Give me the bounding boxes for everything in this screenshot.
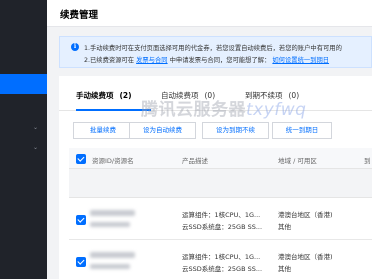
table-header: 资源ID/资源名 产品描述 地域 / 可用区 到 xyxy=(69,148,372,169)
tab-count: (2) xyxy=(119,91,132,100)
watermark: 腾讯云服务器txyfwq xyxy=(141,95,306,120)
row-checkbox[interactable] xyxy=(76,215,86,225)
notice-line-2: 2.已续费资源可在 发票与合同 中申请发票与合同，您可能想了解： 如何设置统一到… xyxy=(84,55,329,64)
page-title: 续费管理 xyxy=(60,10,99,21)
notice-line-1: 1.手动续费时可在支付页面选择可用的代金券，若您设置自动续费后，若您的账户中有可… xyxy=(84,45,342,52)
topbar: 续费管理 xyxy=(47,0,372,27)
chevron-down-icon[interactable]: ⌄ xyxy=(33,144,38,151)
resource-id-redacted xyxy=(90,252,135,258)
sidebar: ⌄ ⌄ xyxy=(0,0,47,279)
region-line-2: 其他 xyxy=(278,265,291,273)
resource-id-redacted xyxy=(90,210,135,216)
table-group-row xyxy=(69,169,372,198)
unify-expiry-button[interactable]: 统一到期日 xyxy=(272,122,332,139)
tab-label: 手动续费项 xyxy=(76,91,114,100)
product-description-line-2: 云SSD系统盘：25GB SS... xyxy=(182,223,263,231)
product-description-line-1: 运算组件：1核CPU、1G... xyxy=(182,211,261,219)
product-description-line-1: 运算组件：1核CPU、1G... xyxy=(182,253,261,261)
sidebar-active-item[interactable] xyxy=(0,74,47,94)
row-checkbox[interactable] xyxy=(76,257,86,267)
column-header-resource: 资源ID/资源名 xyxy=(92,157,134,165)
invoice-contract-link[interactable]: 发票与合同 xyxy=(136,57,167,64)
region-line-1: 港澳台地区（香港) xyxy=(278,253,333,261)
table-row[interactable]: 运算组件：1核CPU、1G... 云SSD系统盘：25GB SS... 港澳台地… xyxy=(69,198,372,240)
resource-ip-redacted xyxy=(90,264,130,269)
column-header-region: 地域 / 可用区 xyxy=(278,157,317,165)
region-line-2: 其他 xyxy=(278,223,291,231)
region-line-1: 港澳台地区（香港) xyxy=(278,211,333,219)
info-icon: i xyxy=(71,43,79,51)
tab-manual-renew[interactable]: 手动续费项 (2) xyxy=(76,90,132,101)
chevron-down-icon[interactable]: ⌄ xyxy=(33,124,38,131)
column-header-description: 产品描述 xyxy=(182,157,208,165)
column-header-expiry: 到 xyxy=(364,157,371,165)
watermark-cn: 腾讯云服务器 xyxy=(141,100,246,120)
unify-expiry-help-link[interactable]: 如何设置统一到期日 xyxy=(272,57,329,64)
watermark-latin: txyfwq xyxy=(246,100,307,120)
select-all-checkbox[interactable] xyxy=(76,154,86,164)
active-tab-indicator xyxy=(76,109,151,111)
table-row[interactable]: 运算组件：1核CPU、1G... 云SSD系统盘：25GB SS... 港澳台地… xyxy=(69,240,372,279)
set-no-renew-button[interactable]: 设为到期不续 xyxy=(202,122,269,139)
notice-text: 中申请发票与合同，您可能想了解： xyxy=(169,57,271,64)
set-auto-renew-button[interactable]: 设为自动续费 xyxy=(129,122,196,139)
product-description-line-2: 云SSD系统盘：25GB SS... xyxy=(182,265,263,273)
notice-text: 2.已续费资源可在 xyxy=(84,57,135,64)
batch-renew-button[interactable]: 批量续费 xyxy=(73,122,133,139)
info-notice: i 1.手动续费时可在支付页面选择可用的代金券，若您设置自动续费后，若您的账户中… xyxy=(59,36,372,68)
resource-ip-redacted xyxy=(90,222,130,227)
